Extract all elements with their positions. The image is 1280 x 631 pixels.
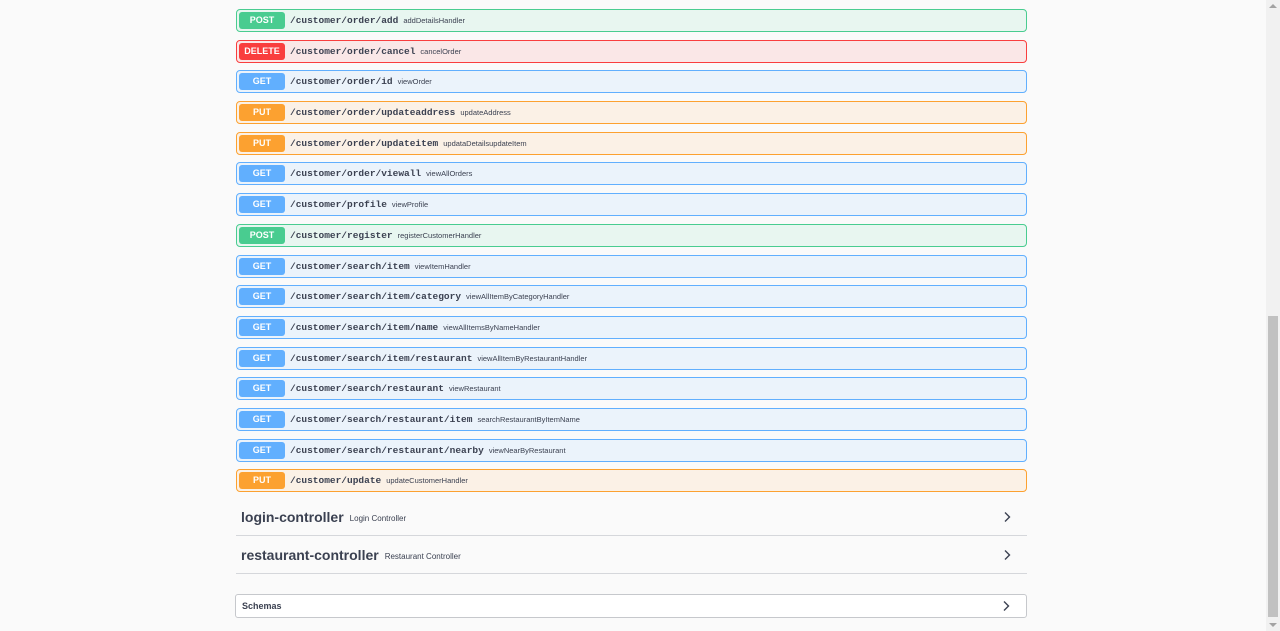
operation-path: /customer/order/viewall [290, 168, 422, 180]
operation-summary: viewAllItemByCategoryHandler [466, 292, 570, 302]
method-badge: GET [239, 196, 285, 214]
operation-put-customer-order-updateaddress[interactable]: PUT /customer/order/updateaddress update… [236, 101, 1027, 125]
operation-get-customer-order-viewall[interactable]: GET /customer/order/viewall viewAllOrder… [236, 162, 1027, 186]
operation-get-customer-search-item-restaurant[interactable]: GET /customer/search/item/restaurant vie… [236, 346, 1027, 370]
operation-get-customer-search-restaurant-item[interactable]: GET /customer/search/restaurant/item sea… [236, 407, 1027, 431]
method-badge: GET [239, 165, 285, 183]
operation-get-customer-search-item-category[interactable]: GET /customer/search/item/category viewA… [236, 285, 1027, 309]
customer-operations-list: POST /customer/order/add addDetailsHandl… [236, 9, 1027, 500]
method-badge: POST [239, 226, 285, 244]
operation-post-customer-order-add[interactable]: POST /customer/order/add addDetailsHandl… [236, 9, 1027, 32]
operation-summary: updataDetailsupdateItem [443, 138, 527, 148]
operation-path: /customer/search/restaurant [290, 383, 444, 395]
operation-path: /customer/search/restaurant/item [290, 413, 473, 425]
operation-summary: viewNearByRestaurant [488, 445, 566, 455]
schemas-section[interactable]: Schemas [235, 594, 1027, 618]
operation-summary: updateCustomerHandler [386, 476, 468, 486]
operation-path: /customer/search/item [290, 260, 410, 272]
operation-summary: viewItemHandler [414, 261, 471, 271]
operation-summary: updateAddress [460, 108, 511, 118]
operation-get-customer-order-id[interactable]: GET /customer/order/id viewOrder [236, 70, 1027, 94]
tag-title: login-controller [241, 508, 344, 525]
operation-summary: registerCustomerHandler [397, 230, 482, 240]
operation-summary: addDetailsHandler [403, 16, 466, 25]
operation-path: /customer/order/updateaddress [290, 107, 456, 119]
operation-summary: viewOrder [397, 77, 432, 87]
operation-path: /customer/search/restaurant/nearby [290, 444, 484, 456]
method-badge: DELETE [239, 42, 285, 60]
operation-path: /customer/order/updateitem [290, 137, 439, 149]
method-badge: PUT [239, 134, 285, 152]
operation-path: /customer/search/item/name [290, 321, 439, 333]
operation-get-customer-search-restaurant-nearby[interactable]: GET /customer/search/restaurant/nearby v… [236, 438, 1027, 462]
scroll-down-arrow-icon[interactable] [1269, 623, 1277, 627]
operation-path: /customer/search/item/category [290, 291, 462, 303]
operation-path: /customer/register [290, 229, 393, 241]
method-badge: GET [239, 380, 285, 398]
operation-summary: cancelOrder [420, 46, 462, 56]
method-badge: PUT [239, 472, 285, 490]
operation-get-customer-search-item-name[interactable]: GET /customer/search/item/name viewAllIt… [236, 315, 1027, 339]
method-badge: GET [239, 288, 285, 306]
vertical-scrollbar[interactable] [1266, 0, 1280, 631]
operation-path: /customer/order/add [290, 15, 399, 26]
operation-summary: viewAllItemByRestaurantHandler [477, 353, 588, 363]
tag-login-controller[interactable]: login-controller Login Controller [236, 498, 1027, 536]
operation-path: /customer/search/item/restaurant [290, 352, 473, 364]
chevron-right-icon[interactable] [1001, 511, 1013, 523]
method-badge: GET [239, 349, 285, 367]
operation-summary: viewAllOrders [426, 169, 473, 179]
operation-path: /customer/update [290, 475, 382, 487]
operation-get-customer-search-item[interactable]: GET /customer/search/item viewItemHandle… [236, 254, 1027, 278]
tag-description: Login Controller [349, 513, 407, 523]
operation-path: /customer/order/cancel [290, 45, 416, 57]
method-badge: GET [239, 73, 285, 91]
tag-description: Restaurant Controller [384, 551, 461, 561]
operation-delete-customer-order-cancel[interactable]: DELETE /customer/order/cancel cancelOrde… [236, 39, 1027, 63]
operation-summary: searchRestaurantByItemName [477, 414, 580, 424]
operation-put-customer-update[interactable]: PUT /customer/update updateCustomerHandl… [236, 469, 1027, 493]
chevron-right-icon[interactable] [1001, 549, 1013, 561]
chevron-right-icon[interactable] [1000, 600, 1012, 612]
operation-summary: viewRestaurant [448, 384, 501, 394]
operation-summary: viewAllItemsByNameHandler [443, 322, 540, 332]
scrollbar-thumb[interactable] [1268, 316, 1278, 617]
operation-path: /customer/order/id [290, 76, 393, 88]
method-badge: GET [239, 441, 285, 459]
operation-put-customer-order-updateitem[interactable]: PUT /customer/order/updateitem updataDet… [236, 131, 1027, 155]
method-badge: PUT [239, 104, 285, 122]
schemas-title: Schemas [242, 601, 282, 611]
method-badge: POST [239, 12, 285, 29]
operation-get-customer-profile[interactable]: GET /customer/profile viewProfile [236, 193, 1027, 217]
tag-restaurant-controller[interactable]: restaurant-controller Restaurant Control… [236, 536, 1027, 574]
scroll-up-arrow-icon[interactable] [1269, 4, 1277, 8]
method-badge: GET [239, 318, 285, 336]
method-badge: GET [239, 410, 285, 428]
operation-post-customer-register[interactable]: POST /customer/register registerCustomer… [236, 223, 1027, 247]
tag-title: restaurant-controller [241, 546, 379, 563]
operation-summary: viewProfile [391, 200, 429, 210]
operation-path: /customer/profile [290, 199, 387, 211]
method-badge: GET [239, 257, 285, 275]
operation-get-customer-search-restaurant[interactable]: GET /customer/search/restaurant viewRest… [236, 377, 1027, 401]
swagger-page: POST /customer/order/add addDetailsHandl… [0, 0, 1280, 631]
